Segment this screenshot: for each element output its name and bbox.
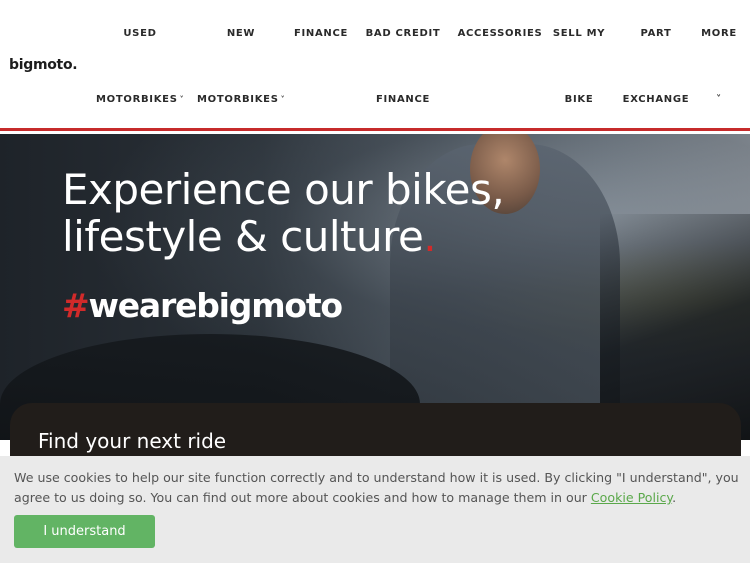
hero-hashtag: #wearebigmoto: [62, 286, 343, 325]
hero-title-line1: Experience our bikes,: [62, 165, 505, 214]
nav-sell-my-bike[interactable]: SELL MY BIKE: [551, 28, 607, 108]
nav-label-bottom: MOTORBIKES ˅: [96, 94, 185, 105]
hero-title: Experience our bikes, lifestyle & cultur…: [62, 165, 505, 261]
nav-label-bottom: FINANCE: [375, 94, 431, 105]
hero-banner: Experience our bikes, lifestyle & cultur…: [0, 134, 750, 440]
nav-bad-credit-finance[interactable]: BAD CREDIT FINANCE: [363, 28, 443, 108]
chevron-down-icon: ˅: [280, 95, 286, 104]
chevron-down-icon: ˅: [179, 95, 185, 104]
nav-part-exchange[interactable]: PART EXCHANGE: [620, 28, 692, 108]
logo-dot: .: [72, 57, 78, 73]
nav-more[interactable]: MORE ˅: [700, 28, 738, 108]
nav-label-bottom: BIKE: [564, 94, 594, 105]
nav-label-top: ACCESSORIES: [457, 28, 543, 39]
cookie-accept-button[interactable]: I understand: [14, 515, 155, 548]
nav-new-motorbikes[interactable]: NEW MOTORBIKES ˅: [197, 28, 285, 108]
hero-title-line2: lifestyle & culture.: [62, 212, 437, 261]
nav-label-bottom: EXCHANGE: [622, 94, 690, 105]
nav-finance[interactable]: FINANCE: [290, 28, 352, 108]
hero-title-dot: .: [423, 212, 437, 261]
cookie-message: We use cookies to help our site function…: [14, 470, 739, 505]
logo-text: bigmoto: [9, 57, 73, 73]
chevron-down-icon: ˅: [716, 94, 722, 105]
nav-label-top: USED: [123, 28, 157, 39]
cookie-banner: We use cookies to help our site function…: [0, 456, 750, 563]
nav-label-top: FINANCE: [293, 28, 349, 39]
nav-label-top: NEW: [226, 28, 256, 39]
nav-label-top: SELL MY: [552, 28, 606, 39]
cookie-policy-link[interactable]: Cookie Policy: [591, 490, 672, 505]
nav-label-top: BAD CREDIT: [365, 28, 441, 39]
nav-label-top: MORE: [701, 28, 737, 39]
nav-label-bottom: MOTORBIKES ˅: [197, 94, 286, 105]
nav-used-motorbikes[interactable]: USED MOTORBIKES ˅: [96, 28, 184, 108]
ride-search-title: Find your next ride: [38, 429, 227, 453]
hashtag-text: wearebigmoto: [88, 286, 343, 325]
nav-accessories[interactable]: ACCESSORIES: [455, 28, 545, 108]
nav-label-top: PART: [640, 28, 672, 39]
logo[interactable]: bigmoto.: [9, 57, 78, 73]
hashtag-symbol: #: [62, 286, 90, 325]
site-header: bigmoto. USED MOTORBIKES ˅ NEW MOTORBIKES…: [0, 0, 750, 131]
